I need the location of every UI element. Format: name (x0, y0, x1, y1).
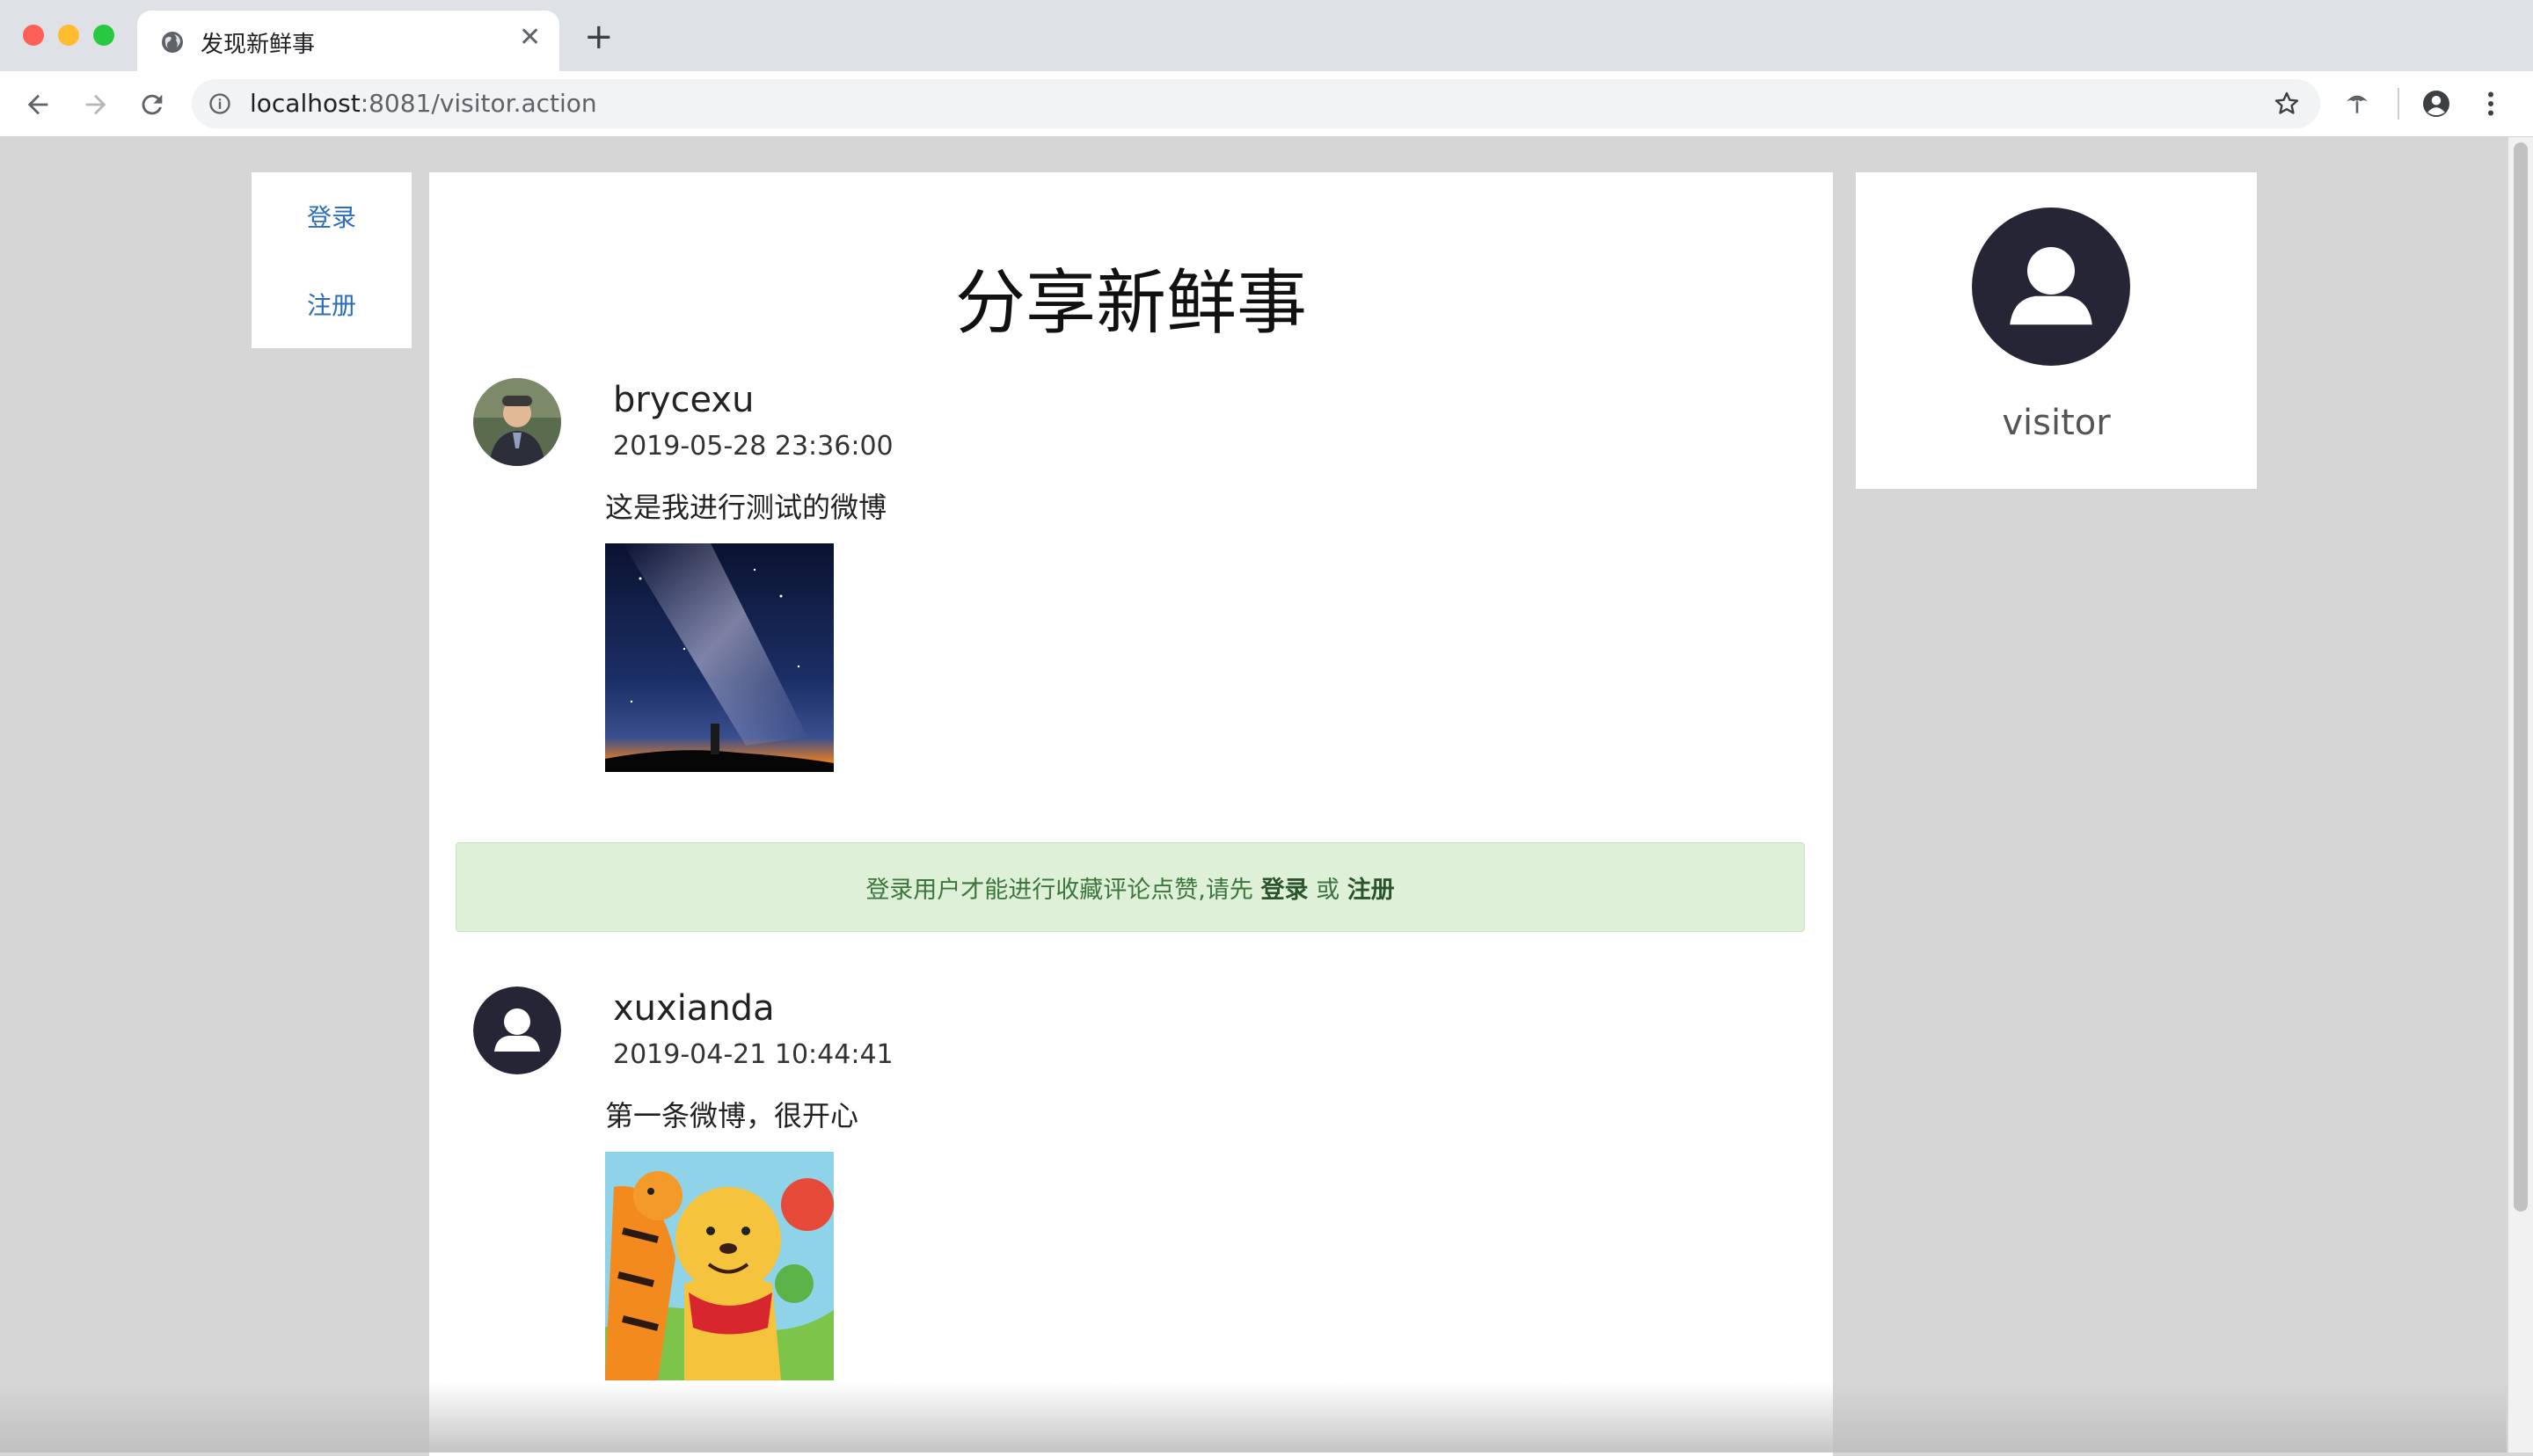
globe-icon (162, 32, 183, 53)
post-text: 第一条微博，很开心 (605, 1099, 859, 1132)
profile-name: visitor (2002, 403, 2111, 443)
avatar[interactable] (473, 986, 561, 1074)
close-window-button[interactable] (23, 25, 44, 46)
post-image[interactable] (605, 1152, 834, 1380)
post-username[interactable]: brycexu (613, 380, 754, 420)
post-text: 这是我进行测试的微博 (605, 491, 887, 524)
info-icon[interactable] (208, 91, 232, 116)
close-tab-icon[interactable]: ✕ (519, 25, 541, 51)
zoom-window-button[interactable] (93, 25, 114, 46)
toolbar-divider (2398, 88, 2399, 120)
avatar[interactable] (473, 378, 561, 466)
menu-icon[interactable] (2482, 88, 2500, 120)
notice-login-link[interactable]: 登录 (1261, 877, 1309, 904)
tab-title: 发现新鲜事 (201, 32, 316, 58)
post-image[interactable] (605, 543, 834, 772)
login-link[interactable]: 登录 (252, 199, 412, 234)
post-username[interactable]: xuxianda (613, 988, 775, 1029)
extension-icon[interactable] (2343, 90, 2371, 118)
reload-icon[interactable] (137, 90, 167, 120)
scrollbar-thumb[interactable] (2514, 142, 2528, 1212)
page-title: 分享新鲜事 (955, 262, 1307, 344)
visitor-avatar-icon (1972, 207, 2130, 366)
minimize-window-button[interactable] (58, 25, 79, 46)
star-icon[interactable] (2273, 90, 2301, 118)
register-link[interactable]: 注册 (252, 287, 412, 322)
post-time: 2019-05-28 23:36:00 (613, 431, 894, 462)
bottom-shadow (0, 1382, 2507, 1452)
url-text[interactable]: localhost:8081/visitor.action (250, 89, 597, 118)
forward-icon[interactable] (81, 90, 111, 120)
login-notice-text: 登录用户才能进行收藏评论点赞,请先 登录 或 注册 (865, 877, 1395, 904)
back-icon[interactable] (23, 90, 53, 120)
notice-register-link[interactable]: 注册 (1347, 877, 1395, 904)
post-time: 2019-04-21 10:44:41 (613, 1039, 894, 1070)
new-tab-button[interactable]: + (584, 19, 614, 55)
account-icon[interactable] (2420, 88, 2452, 120)
